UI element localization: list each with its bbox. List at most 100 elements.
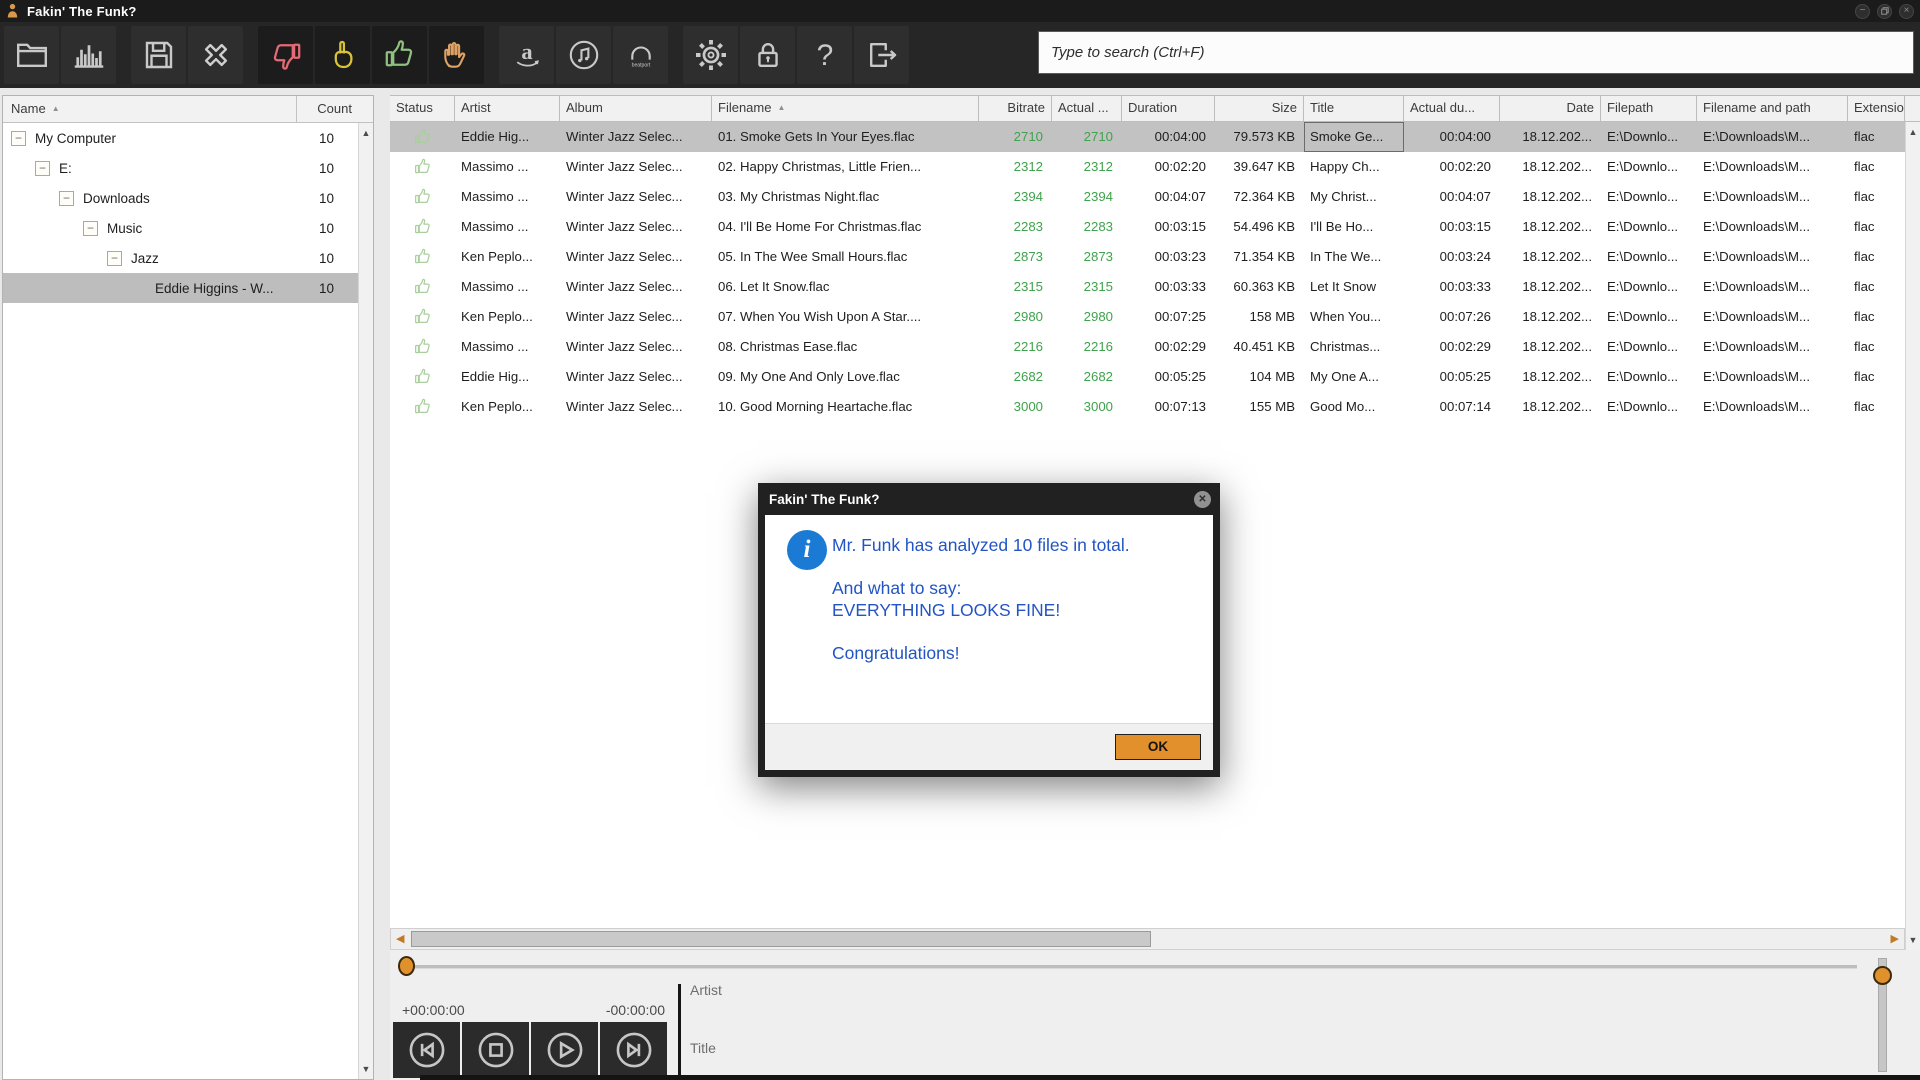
cell-bitrate: 2682 [1013, 369, 1043, 384]
table-row[interactable]: Massimo ... Winter Jazz Selec... 02. Happy… [390, 152, 1905, 182]
scrollbar-thumb[interactable] [411, 931, 1151, 947]
player-divider [678, 984, 681, 1080]
beatport-button[interactable]: beatport [613, 26, 668, 84]
panel-splitter[interactable] [374, 95, 390, 1080]
cell-artist: Eddie Hig... [461, 129, 530, 144]
scroll-down-icon[interactable]: ▼ [359, 1064, 373, 1074]
search-input[interactable] [1038, 31, 1914, 74]
status-thumbs-up-icon [390, 122, 455, 152]
seek-slider[interactable] [402, 965, 1857, 969]
column-header-size[interactable]: Size [1215, 96, 1304, 121]
table-row[interactable]: Massimo ... Winter Jazz Selec... 06. Let I… [390, 272, 1905, 302]
thumbs-up-good-button[interactable] [372, 26, 427, 84]
close-icon[interactable]: × [1899, 3, 1914, 19]
tree-column-count[interactable]: Count [296, 96, 373, 122]
tree-item-downloads[interactable]: − Downloads 10 [3, 183, 358, 213]
stop-button[interactable] [462, 1022, 529, 1078]
dialog-titlebar[interactable]: Fakin' The Funk? ✕ [765, 483, 1213, 515]
collapse-box-icon[interactable]: − [59, 190, 74, 206]
collapse-box-icon[interactable]: − [107, 250, 122, 266]
cell-actual_bitrate: 2980 [1083, 309, 1113, 324]
tree-column-name[interactable]: Name ▲ [3, 96, 296, 122]
tree-body: − My Computer 10− E: 10− Downloads 10− Music 10−… [3, 123, 358, 1079]
table-horizontal-scrollbar[interactable]: ◀ ▶ [390, 928, 1905, 950]
table-row[interactable]: Ken Peplo... Winter Jazz Selec... 10. Good… [390, 392, 1905, 422]
column-header-album[interactable]: Album [560, 96, 712, 121]
scroll-right-icon[interactable]: ▶ [1891, 932, 1899, 945]
cell-size: 71.354 KB [1233, 249, 1295, 264]
column-header-duration[interactable]: Duration [1122, 96, 1215, 121]
scroll-down-icon[interactable]: ▼ [1906, 935, 1920, 945]
scroll-up-icon[interactable]: ▲ [359, 128, 373, 138]
cell-extension: flac [1854, 399, 1875, 414]
column-header-artist[interactable]: Artist [455, 96, 560, 121]
cell-filename_and_path: E:\Downloads\M... [1703, 339, 1811, 354]
point-up-suspicious-button[interactable] [315, 26, 370, 84]
table-row[interactable]: Ken Peplo... Winter Jazz Selec... 07. When… [390, 302, 1905, 332]
column-header-filepath[interactable]: Filepath [1601, 96, 1697, 121]
cell-actual_bitrate: 2312 [1083, 159, 1113, 174]
seek-handle[interactable] [398, 956, 415, 976]
table-vertical-scrollbar[interactable]: ▲ ▼ [1905, 122, 1920, 950]
exit-button[interactable] [854, 26, 909, 84]
help-button[interactable]: ? [797, 26, 852, 84]
now-playing-title-label: Title [690, 1040, 716, 1056]
cell-title: Smoke Ge... [1304, 122, 1404, 152]
tree-item-e[interactable]: − E: 10 [3, 153, 358, 183]
collapse-box-icon[interactable]: − [83, 220, 98, 236]
ok-button[interactable]: OK [1115, 734, 1201, 760]
hand-skipped-button[interactable] [429, 26, 484, 84]
open-folder-button[interactable] [4, 26, 59, 84]
minimize-icon[interactable]: − [1855, 3, 1870, 19]
scroll-up-icon[interactable]: ▲ [1906, 127, 1920, 137]
column-header-actual_duration[interactable]: Actual du... [1404, 96, 1500, 121]
thumbs-down-fake-button[interactable] [258, 26, 313, 84]
tree-header: Name ▲ Count [3, 96, 373, 123]
tree-item-my-computer[interactable]: − My Computer 10 [3, 123, 358, 153]
table-row[interactable]: Eddie Hig... Winter Jazz Selec... 01. Smok… [390, 122, 1905, 152]
settings-gear-button[interactable] [683, 26, 738, 84]
cell-date: 18.12.202... [1522, 339, 1592, 354]
restore-icon[interactable] [1877, 3, 1892, 19]
cell-album: Winter Jazz Selec... [566, 399, 683, 414]
cell-actual_duration: 00:04:00 [1439, 129, 1491, 144]
tree-item-eddie-higgins-w[interactable]: Eddie Higgins - W... 10 [3, 273, 358, 303]
column-header-date[interactable]: Date [1500, 96, 1601, 121]
amazon-button[interactable]: a [499, 26, 554, 84]
column-header-filename[interactable]: Filename ▲ [712, 96, 979, 121]
cell-filename_and_path: E:\Downloads\M... [1703, 249, 1811, 264]
tree-scrollbar[interactable]: ▲ ▼ [358, 123, 373, 1079]
column-header-filename_and_path[interactable]: Filename and path [1697, 96, 1848, 121]
table-row[interactable]: Ken Peplo... Winter Jazz Selec... 05. In T… [390, 242, 1905, 272]
column-header-extension[interactable]: Extension [1848, 96, 1905, 121]
clear-list-button[interactable] [188, 26, 243, 84]
column-header-actual_bitrate[interactable]: Actual ... [1052, 96, 1122, 121]
lock-button[interactable] [740, 26, 795, 84]
cell-title: I'll Be Ho... [1310, 219, 1374, 234]
dialog-close-icon[interactable]: ✕ [1194, 490, 1211, 508]
tree-item-count: 10 [318, 190, 334, 206]
skip-to-end-button[interactable] [600, 1022, 667, 1078]
column-header-bitrate[interactable]: Bitrate [979, 96, 1052, 121]
analyze-waveform-button[interactable] [61, 26, 116, 84]
column-header-title[interactable]: Title [1304, 96, 1404, 121]
cell-actual_duration: 00:07:14 [1439, 399, 1491, 414]
table-row[interactable]: Eddie Hig... Winter Jazz Selec... 09. My O… [390, 362, 1905, 392]
table-row[interactable]: Massimo ... Winter Jazz Selec... 08. Chris… [390, 332, 1905, 362]
play-button[interactable] [531, 1022, 598, 1078]
collapse-box-icon[interactable]: − [11, 130, 26, 146]
app-icon [6, 3, 19, 19]
tree-item-jazz[interactable]: − Jazz 10 [3, 243, 358, 273]
cell-filename_and_path: E:\Downloads\M... [1703, 129, 1811, 144]
column-header-status[interactable]: Status [390, 96, 455, 121]
skip-to-start-button[interactable] [393, 1022, 460, 1078]
table-row[interactable]: Massimo ... Winter Jazz Selec... 03. My Ch… [390, 182, 1905, 212]
tree-item-music[interactable]: − Music 10 [3, 213, 358, 243]
table-row[interactable]: Massimo ... Winter Jazz Selec... 04. I'll … [390, 212, 1905, 242]
itunes-button[interactable] [556, 26, 611, 84]
volume-handle[interactable] [1873, 966, 1892, 985]
cell-size: 158 MB [1249, 309, 1295, 324]
scroll-left-icon[interactable]: ◀ [396, 932, 404, 945]
collapse-box-icon[interactable]: − [35, 160, 50, 176]
save-button[interactable] [131, 26, 186, 84]
